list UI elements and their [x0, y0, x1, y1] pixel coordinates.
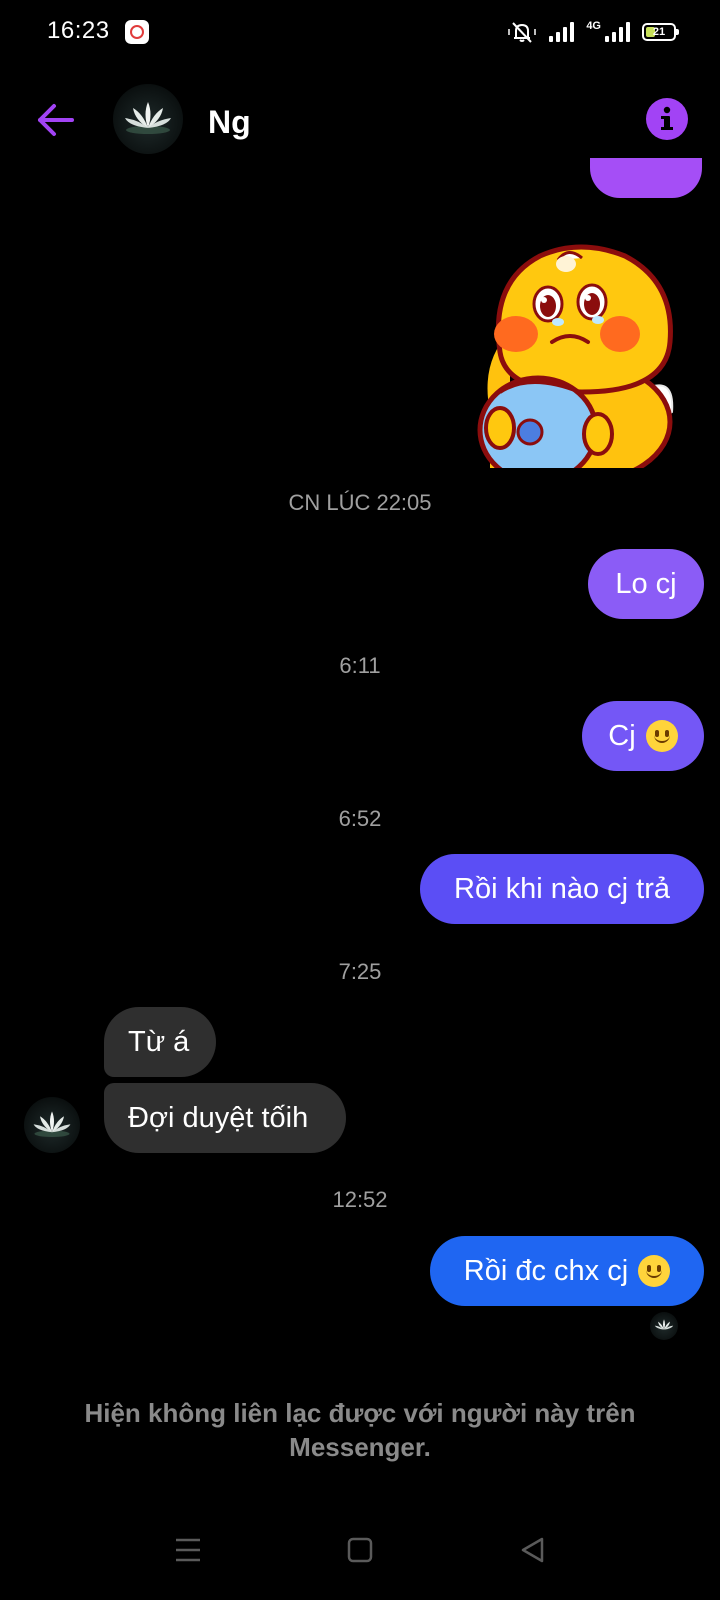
lotus-icon	[654, 1319, 674, 1330]
previous-message-bubble[interactable]	[590, 158, 702, 198]
outgoing-message-bubble[interactable]: Cj	[582, 701, 704, 771]
outgoing-message-bubble[interactable]: Lo cj	[588, 549, 704, 619]
contact-avatar[interactable]	[113, 84, 183, 154]
signal-bars-icon	[549, 22, 575, 42]
status-indicators: 4G 21	[507, 19, 679, 45]
message-timestamp: 12:52	[332, 1187, 388, 1212]
slightly-smiling-face-icon	[645, 720, 678, 752]
unreachable-notice: Hiện không liên lạc được với người này t…	[60, 1396, 660, 1464]
slightly-smiling-face-icon	[638, 1255, 671, 1287]
message-text: Từ á	[128, 1025, 190, 1058]
notice-line-1: Hiện không liên lạc được với người này t…	[84, 1398, 636, 1428]
notification-app-icon	[125, 20, 149, 44]
back-button[interactable]	[32, 96, 80, 144]
message-text: Lo cj	[615, 567, 677, 600]
message-timestamp: CN LÚC 22:05	[288, 490, 432, 515]
home-button[interactable]	[332, 1522, 388, 1578]
system-back-button[interactable]	[505, 1522, 561, 1578]
system-navigation-bar	[0, 1500, 720, 1600]
incoming-message-bubble[interactable]: Đợi duyệt tốih	[104, 1083, 346, 1153]
arrow-left-icon	[38, 104, 74, 136]
incoming-message-bubble[interactable]: Từ á	[104, 1007, 216, 1077]
message-text: Rồi khi nào cj trả	[454, 872, 670, 905]
battery-icon: 21	[642, 23, 679, 41]
crying-dino-sticker	[477, 244, 674, 485]
message-timestamp: 7:25	[338, 959, 382, 984]
sticker-message[interactable]	[470, 242, 690, 485]
signal-bars-2-icon	[605, 22, 630, 42]
chat-header: Ng	[0, 72, 720, 168]
info-button[interactable]	[646, 98, 688, 140]
status-bar: 16:23 4G 21	[0, 0, 720, 64]
outgoing-message-bubble[interactable]: Rồi khi nào cj trả	[420, 854, 704, 924]
message-timestamp: 6:52	[338, 806, 382, 831]
back-triangle-icon	[521, 1537, 544, 1563]
battery-level: 21	[652, 26, 666, 38]
status-time: 16:23	[47, 17, 110, 44]
info-icon	[661, 106, 673, 130]
menu-icon	[176, 1538, 200, 1562]
recent-apps-button[interactable]	[160, 1522, 216, 1578]
message-text: Cj	[608, 719, 636, 752]
network-type: 4G	[586, 20, 601, 32]
mute-vibrate-icon	[508, 22, 537, 43]
notice-line-2: Messenger.	[289, 1432, 431, 1462]
lotus-icon	[33, 1111, 71, 1137]
home-square-icon	[347, 1537, 373, 1563]
sender-avatar[interactable]	[24, 1097, 80, 1153]
contact-name[interactable]: Ng	[208, 104, 251, 141]
lotus-icon	[125, 102, 171, 134]
message-timestamp: 6:11	[339, 653, 381, 678]
message-text: Đợi duyệt tốih	[128, 1101, 309, 1134]
seen-receipt-avatar	[650, 1312, 678, 1340]
message-text: Rồi đc chx cj	[463, 1254, 629, 1287]
outgoing-message-bubble[interactable]: Rồi đc chx cj	[430, 1236, 704, 1306]
